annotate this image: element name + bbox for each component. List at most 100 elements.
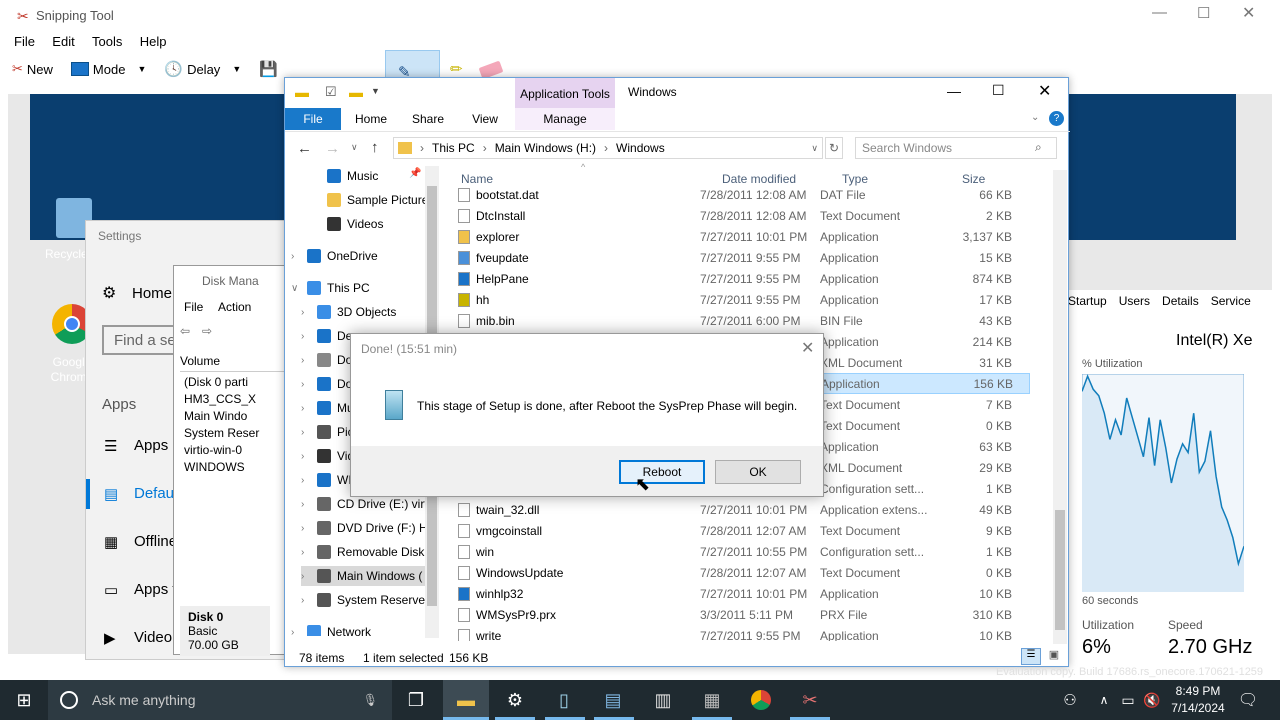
- tab-file[interactable]: File: [285, 108, 341, 130]
- ribbon-expand-chevron-icon[interactable]: ⌄: [1031, 112, 1039, 123]
- file-row[interactable]: winhlp32 7/27/2011 10:01 PM Application 10 …: [450, 583, 1030, 604]
- new-button[interactable]: ✂ New: [12, 61, 53, 77]
- new-folder-icon[interactable]: ▬: [349, 84, 363, 100]
- back-arrow-icon[interactable]: ⇦: [180, 324, 190, 338]
- speaker-muted-icon[interactable]: 🔇: [1140, 688, 1164, 712]
- volume-item[interactable]: WINDOWS: [184, 459, 259, 476]
- volume-column-header[interactable]: Volume: [180, 354, 294, 372]
- dialog-close-icon[interactable]: ✕: [801, 338, 814, 358]
- file-row[interactable]: WMSysPr9.prx 3/3/2011 5:11 PM PRX File 310 …: [450, 604, 1030, 625]
- large-icons-view-icon[interactable]: ▣: [1045, 648, 1063, 665]
- chevron-up-icon[interactable]: ∧: [1092, 688, 1116, 712]
- menu-tools[interactable]: Tools: [92, 34, 122, 49]
- menu-file[interactable]: File: [14, 34, 35, 49]
- nav-item-onedrive[interactable]: › OneDrive: [291, 246, 378, 266]
- nav-item-network[interactable]: › Network: [291, 622, 371, 636]
- nav-item-do[interactable]: › Do: [301, 374, 352, 394]
- recent-locations-chevron-icon[interactable]: ∨: [351, 142, 358, 153]
- expand-chevron-icon[interactable]: ›: [291, 627, 301, 637]
- nav-item-dvd-drive-f-h[interactable]: › DVD Drive (F:) H: [301, 518, 428, 538]
- tab-startup[interactable]: Startup: [1068, 294, 1107, 308]
- qat-chevron-down-icon[interactable]: ▼: [371, 86, 380, 96]
- search-input[interactable]: Search Windows: [855, 137, 1057, 159]
- minimize-icon[interactable]: —: [1152, 4, 1167, 21]
- file-row[interactable]: win 7/27/2011 10:55 PM Configuration sett.…: [450, 541, 1030, 562]
- expand-chevron-icon[interactable]: ›: [301, 403, 311, 414]
- expand-chevron-icon[interactable]: ›: [301, 475, 311, 486]
- nav-item-videos[interactable]: Videos: [311, 214, 383, 234]
- expand-chevron-icon[interactable]: ›: [301, 571, 311, 582]
- volume-item[interactable]: System Reser: [184, 425, 259, 442]
- settings-item-offline[interactable]: Offline: [134, 533, 177, 550]
- expand-chevron-icon[interactable]: ›: [301, 499, 311, 510]
- ok-button[interactable]: OK: [715, 460, 801, 484]
- highlighter-icon[interactable]: ✏: [450, 60, 463, 78]
- taskbar-search[interactable]: Ask me anything 🎙: [48, 680, 392, 720]
- file-row[interactable]: hh 7/27/2011 9:55 PM Application 17 KB: [450, 289, 1030, 310]
- tab-view[interactable]: View: [461, 108, 509, 130]
- nav-item-de[interactable]: › De: [301, 326, 352, 346]
- file-row[interactable]: vmgcoinstall 7/28/2011 12:07 AM Text Docum…: [450, 520, 1030, 541]
- expand-chevron-icon[interactable]: ›: [301, 547, 311, 558]
- nav-item-do[interactable]: › Do: [301, 350, 352, 370]
- maximize-icon[interactable]: ☐: [1197, 4, 1210, 22]
- forward-arrow-icon[interactable]: ⇨: [202, 324, 212, 338]
- tab-details[interactable]: Details: [1162, 294, 1199, 308]
- disk-menu-action[interactable]: Action: [218, 300, 251, 314]
- mode-button[interactable]: Mode ▼: [70, 62, 146, 77]
- expand-chevron-icon[interactable]: ›: [291, 251, 301, 262]
- people-icon[interactable]: ⚇: [1058, 688, 1082, 712]
- settings-item-apps[interactable]: Apps: [134, 437, 168, 454]
- volume-item[interactable]: virtio-win-0: [184, 442, 259, 459]
- nav-item-pic[interactable]: › Pic: [301, 422, 354, 442]
- nav-item-this-pc[interactable]: ∨ This PC: [291, 278, 370, 298]
- help-icon[interactable]: ?: [1049, 111, 1064, 126]
- expand-chevron-icon[interactable]: ›: [301, 307, 311, 318]
- breadcrumb-this-pc[interactable]: This PC: [432, 138, 475, 158]
- save-icon[interactable]: 💾: [259, 60, 278, 78]
- settings-item-default[interactable]: Defaul: [134, 485, 177, 502]
- snipping-taskbar-icon[interactable]: ✂: [798, 688, 822, 712]
- nav-item-music[interactable]: Music: [311, 166, 378, 186]
- setup-taskbar-icon[interactable]: ▯: [552, 688, 576, 712]
- clock-date[interactable]: 7/14/2024: [1168, 701, 1228, 715]
- file-row[interactable]: WindowsUpdate 7/28/2011 12:07 AM Text Docu…: [450, 562, 1030, 583]
- file-row[interactable]: fveupdate 7/27/2011 9:55 PM Application 15 …: [450, 247, 1030, 268]
- task-view-icon[interactable]: ❐: [404, 688, 428, 712]
- column-name[interactable]: Name: [461, 172, 493, 186]
- nav-item-main-windows-[interactable]: › Main Windows (: [301, 566, 435, 586]
- settings-taskbar-icon[interactable]: ⚙: [503, 688, 527, 712]
- details-view-icon[interactable]: ☰: [1021, 648, 1041, 665]
- expand-chevron-icon[interactable]: ∨: [291, 283, 301, 294]
- file-list-scrollbar[interactable]: [1053, 170, 1067, 644]
- pin-icon[interactable]: 📌: [409, 168, 421, 179]
- start-windows-icon[interactable]: ⊞: [12, 688, 36, 712]
- reboot-button[interactable]: Reboot: [619, 460, 705, 484]
- expand-chevron-icon[interactable]: ›: [301, 427, 311, 438]
- breadcrumb-main-windows[interactable]: Main Windows (H:): [495, 138, 596, 158]
- settings-home[interactable]: Home: [132, 285, 172, 302]
- settings-item-video[interactable]: Video: [134, 629, 172, 646]
- disk-mgmt-taskbar-icon[interactable]: ▤: [601, 688, 625, 712]
- chrome-taskbar-icon[interactable]: [749, 688, 773, 712]
- volume-item[interactable]: (Disk 0 parti: [184, 374, 259, 391]
- tab-share[interactable]: Share: [405, 108, 451, 130]
- file-row[interactable]: write 7/27/2011 9:55 PM Application 10 KB: [450, 625, 1030, 641]
- breadcrumb-windows[interactable]: Windows: [616, 138, 665, 158]
- file-row[interactable]: DtcInstall 7/28/2011 12:08 AM Text Documen…: [450, 205, 1030, 226]
- expand-chevron-icon[interactable]: ›: [301, 379, 311, 390]
- clock-time[interactable]: 8:49 PM: [1170, 684, 1226, 698]
- expand-chevron-icon[interactable]: ›: [301, 523, 311, 534]
- tab-manage[interactable]: Manage: [515, 108, 615, 130]
- close-icon[interactable]: ✕: [1038, 81, 1051, 101]
- maximize-icon[interactable]: ☐: [992, 82, 1005, 99]
- nav-item-3d-objects[interactable]: › 3D Objects: [301, 302, 396, 322]
- nav-item-removable-disk[interactable]: › Removable Disk: [301, 542, 424, 562]
- expand-chevron-icon[interactable]: ›: [301, 595, 311, 606]
- close-icon[interactable]: ✕: [1242, 3, 1255, 23]
- menu-edit[interactable]: Edit: [52, 34, 74, 49]
- volume-item[interactable]: HM3_CCS_X: [184, 391, 259, 408]
- server-taskbar-icon[interactable]: ▥: [651, 688, 675, 712]
- volume-item[interactable]: Main Windo: [184, 408, 259, 425]
- microphone-icon[interactable]: 🎙: [363, 693, 378, 707]
